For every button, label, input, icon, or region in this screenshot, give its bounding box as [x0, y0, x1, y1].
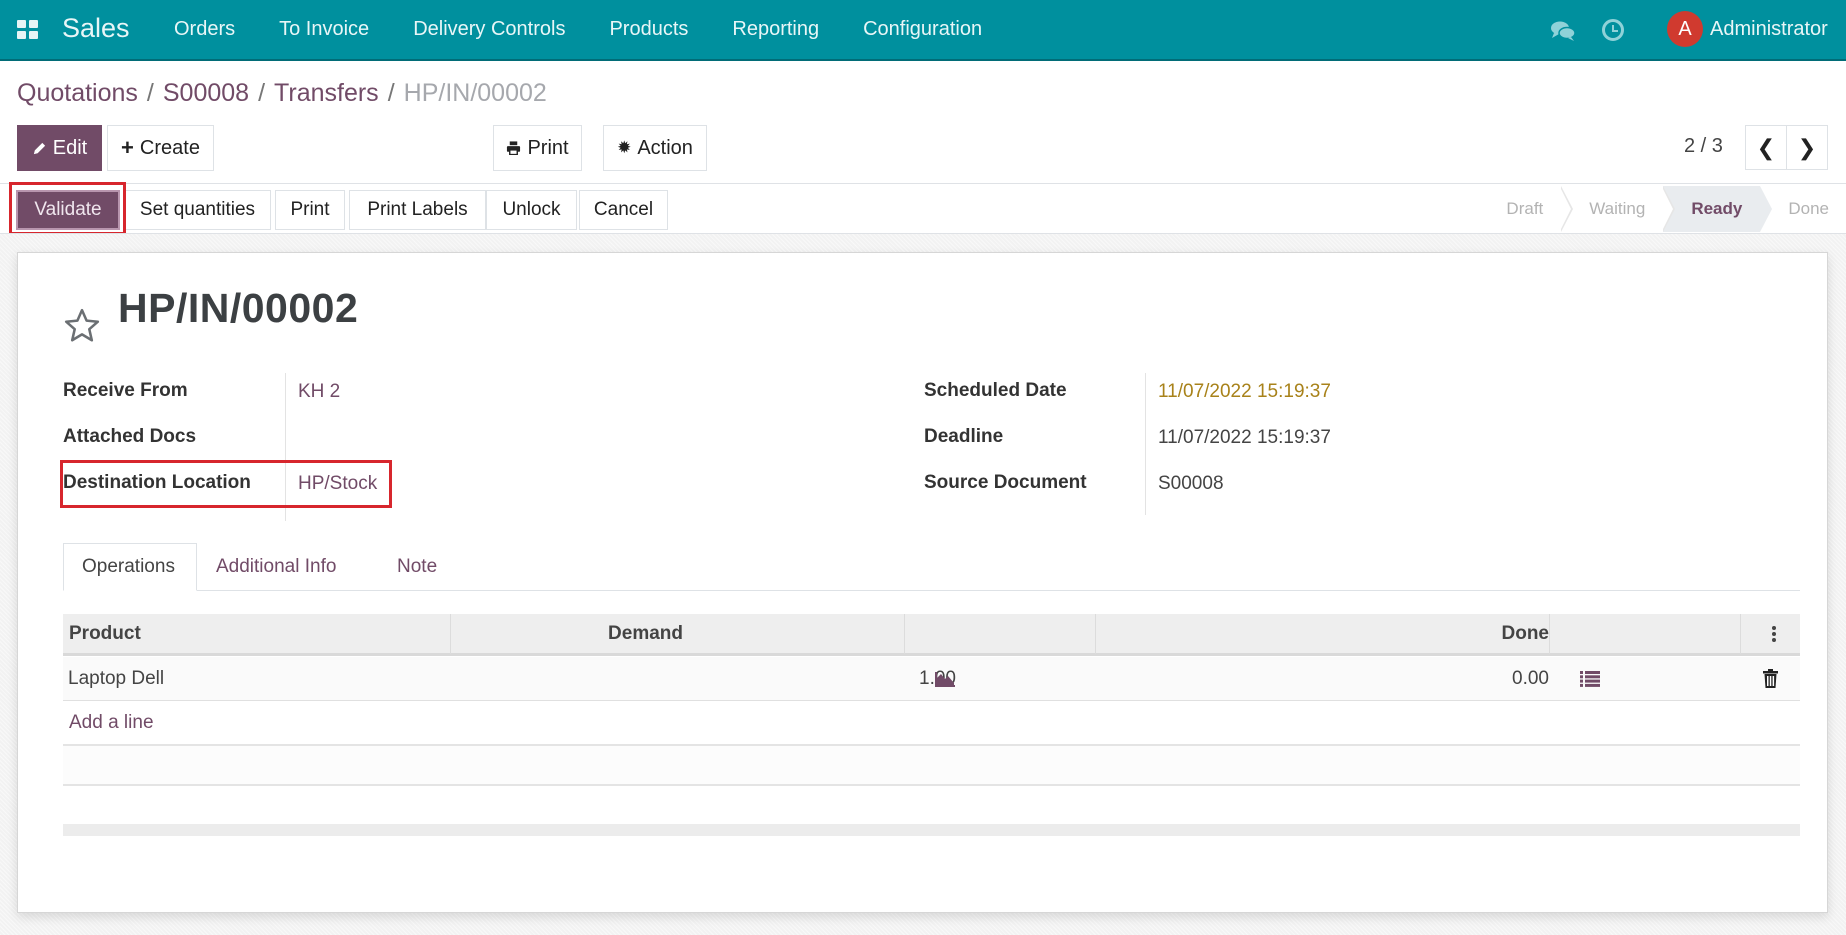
destination-location-value[interactable]: HP/Stock — [298, 473, 377, 495]
tab-operations[interactable]: Operations — [63, 543, 197, 591]
user-menu[interactable]: Administrator — [1710, 18, 1828, 41]
create-button[interactable]: + Create — [107, 125, 214, 171]
print-button[interactable]: Print — [493, 125, 582, 171]
breadcrumb-separator: / — [387, 79, 395, 107]
destination-location-label: Destination Location — [63, 472, 251, 493]
stage-ready[interactable]: Ready — [1663, 186, 1773, 232]
stage-label: Done — [1788, 199, 1829, 218]
pager-value[interactable]: 2 / 3 — [1684, 135, 1723, 158]
source-document-value[interactable]: S00008 — [1158, 473, 1224, 495]
optional-columns-toggle[interactable] — [1771, 614, 1777, 654]
empty-row — [63, 786, 1800, 787]
kebab-menu-icon — [1772, 626, 1776, 642]
edit-label: Edit — [52, 136, 88, 159]
stage-draft[interactable]: Draft — [1478, 186, 1574, 232]
deadline-value[interactable]: 11/07/2022 15:19:37 — [1158, 427, 1331, 449]
forecast-chart-icon[interactable] — [934, 657, 956, 700]
apps-grid-icon[interactable] — [17, 20, 39, 40]
column-separator — [1095, 614, 1096, 654]
main-menu: Orders To Invoice Delivery Controls Prod… — [174, 18, 1026, 41]
record-title: HP/IN/00002 — [118, 285, 359, 331]
column-product[interactable]: Product — [69, 614, 141, 654]
breadcrumb-separator: / — [258, 79, 266, 107]
trash-icon[interactable] — [1763, 657, 1778, 700]
stage-label: Waiting — [1589, 199, 1646, 218]
column-done[interactable]: Done — [1502, 614, 1550, 654]
set-quantities-button[interactable]: Set quantities — [124, 190, 271, 230]
menu-orders[interactable]: Orders — [174, 18, 235, 41]
scheduled-date-value[interactable]: 11/07/2022 15:19:37 — [1158, 381, 1331, 403]
stage-label: Draft — [1506, 199, 1544, 218]
star-icon[interactable] — [63, 307, 101, 345]
stage-arrow — [1759, 186, 1773, 232]
menu-to-invoice[interactable]: To Invoice — [279, 18, 369, 41]
menu-delivery-controls[interactable]: Delivery Controls — [413, 18, 565, 41]
form-sheet: HP/IN/00002 Receive From KH 2 Attached D… — [17, 252, 1828, 913]
cell-done[interactable]: 0.00 — [1512, 657, 1549, 700]
stage-arrow — [1662, 186, 1676, 232]
breadcrumb-current: HP/IN/00002 — [403, 79, 547, 107]
stage-label: Ready — [1691, 199, 1743, 218]
column-demand[interactable]: Demand — [608, 614, 683, 654]
gear-icon: ✹ — [617, 138, 632, 157]
add-line-link[interactable]: Add a line — [69, 712, 154, 734]
empty-row — [63, 744, 1800, 786]
column-separator — [450, 614, 451, 654]
tab-note[interactable]: Note — [379, 543, 455, 591]
action-label: Action — [637, 136, 693, 159]
receive-from-label: Receive From — [63, 380, 188, 401]
pager-next-button[interactable]: ❯ — [1786, 125, 1828, 170]
avatar[interactable]: A — [1667, 11, 1703, 47]
plus-icon: + — [121, 135, 134, 160]
source-document-label: Source Document — [924, 472, 1087, 493]
edit-button[interactable]: Edit — [17, 125, 102, 171]
column-separator — [904, 614, 905, 654]
action-button[interactable]: ✹ Action — [603, 125, 707, 171]
breadcrumb-transfers[interactable]: Transfers — [274, 79, 379, 107]
top-navbar: Sales Orders To Invoice Delivery Control… — [0, 0, 1846, 61]
printer-icon — [507, 141, 521, 155]
unlock-button[interactable]: Unlock — [486, 190, 577, 230]
pager-previous-button[interactable]: ❮ — [1745, 125, 1787, 170]
chevron-right-icon: ❯ — [1797, 134, 1817, 160]
divider — [0, 183, 1846, 184]
cell-product[interactable]: Laptop Dell — [68, 657, 164, 700]
menu-configuration[interactable]: Configuration — [863, 18, 982, 41]
column-separator — [1740, 614, 1741, 654]
table-footer — [63, 824, 1800, 836]
clock-icon[interactable] — [1602, 19, 1624, 41]
attached-docs-label: Attached Docs — [63, 426, 197, 447]
column-separator — [1549, 614, 1550, 654]
print-labels-button[interactable]: Print Labels — [349, 190, 486, 230]
breadcrumb-order[interactable]: S00008 — [163, 79, 249, 107]
print-transfer-button[interactable]: Print — [275, 190, 345, 230]
pencil-icon — [33, 142, 45, 154]
menu-products[interactable]: Products — [609, 18, 688, 41]
breadcrumb-separator: / — [146, 79, 154, 107]
breadcrumb-quotations[interactable]: Quotations — [17, 79, 138, 107]
chat-icon[interactable] — [1550, 20, 1576, 42]
stage-waiting[interactable]: Waiting — [1561, 186, 1676, 232]
print-label: Print — [527, 136, 569, 159]
create-label: Create — [139, 136, 200, 159]
detailed-operations-icon[interactable] — [1580, 657, 1600, 700]
tab-additional-info[interactable]: Additional Info — [198, 543, 354, 591]
menu-reporting[interactable]: Reporting — [732, 18, 819, 41]
table-row[interactable]: Laptop Dell 1.00 0.00 — [63, 657, 1800, 701]
field-separator — [285, 373, 286, 521]
stage-statusbar: Draft Waiting Ready Done — [1478, 186, 1829, 232]
chevron-left-icon: ❮ — [1756, 134, 1776, 160]
validate-button[interactable]: Validate — [16, 190, 120, 230]
app-brand[interactable]: Sales — [62, 13, 130, 44]
field-separator — [1145, 373, 1146, 515]
cancel-button[interactable]: Cancel — [579, 190, 668, 230]
breadcrumb: Quotations / S00008 / Transfers / HP/IN/00002 — [17, 79, 547, 108]
stage-arrow — [1560, 186, 1574, 232]
table-header: Product Demand Done — [63, 614, 1800, 656]
scheduled-date-label: Scheduled Date — [924, 380, 1067, 401]
deadline-label: Deadline — [924, 426, 1004, 447]
receive-from-value[interactable]: KH 2 — [298, 381, 340, 403]
